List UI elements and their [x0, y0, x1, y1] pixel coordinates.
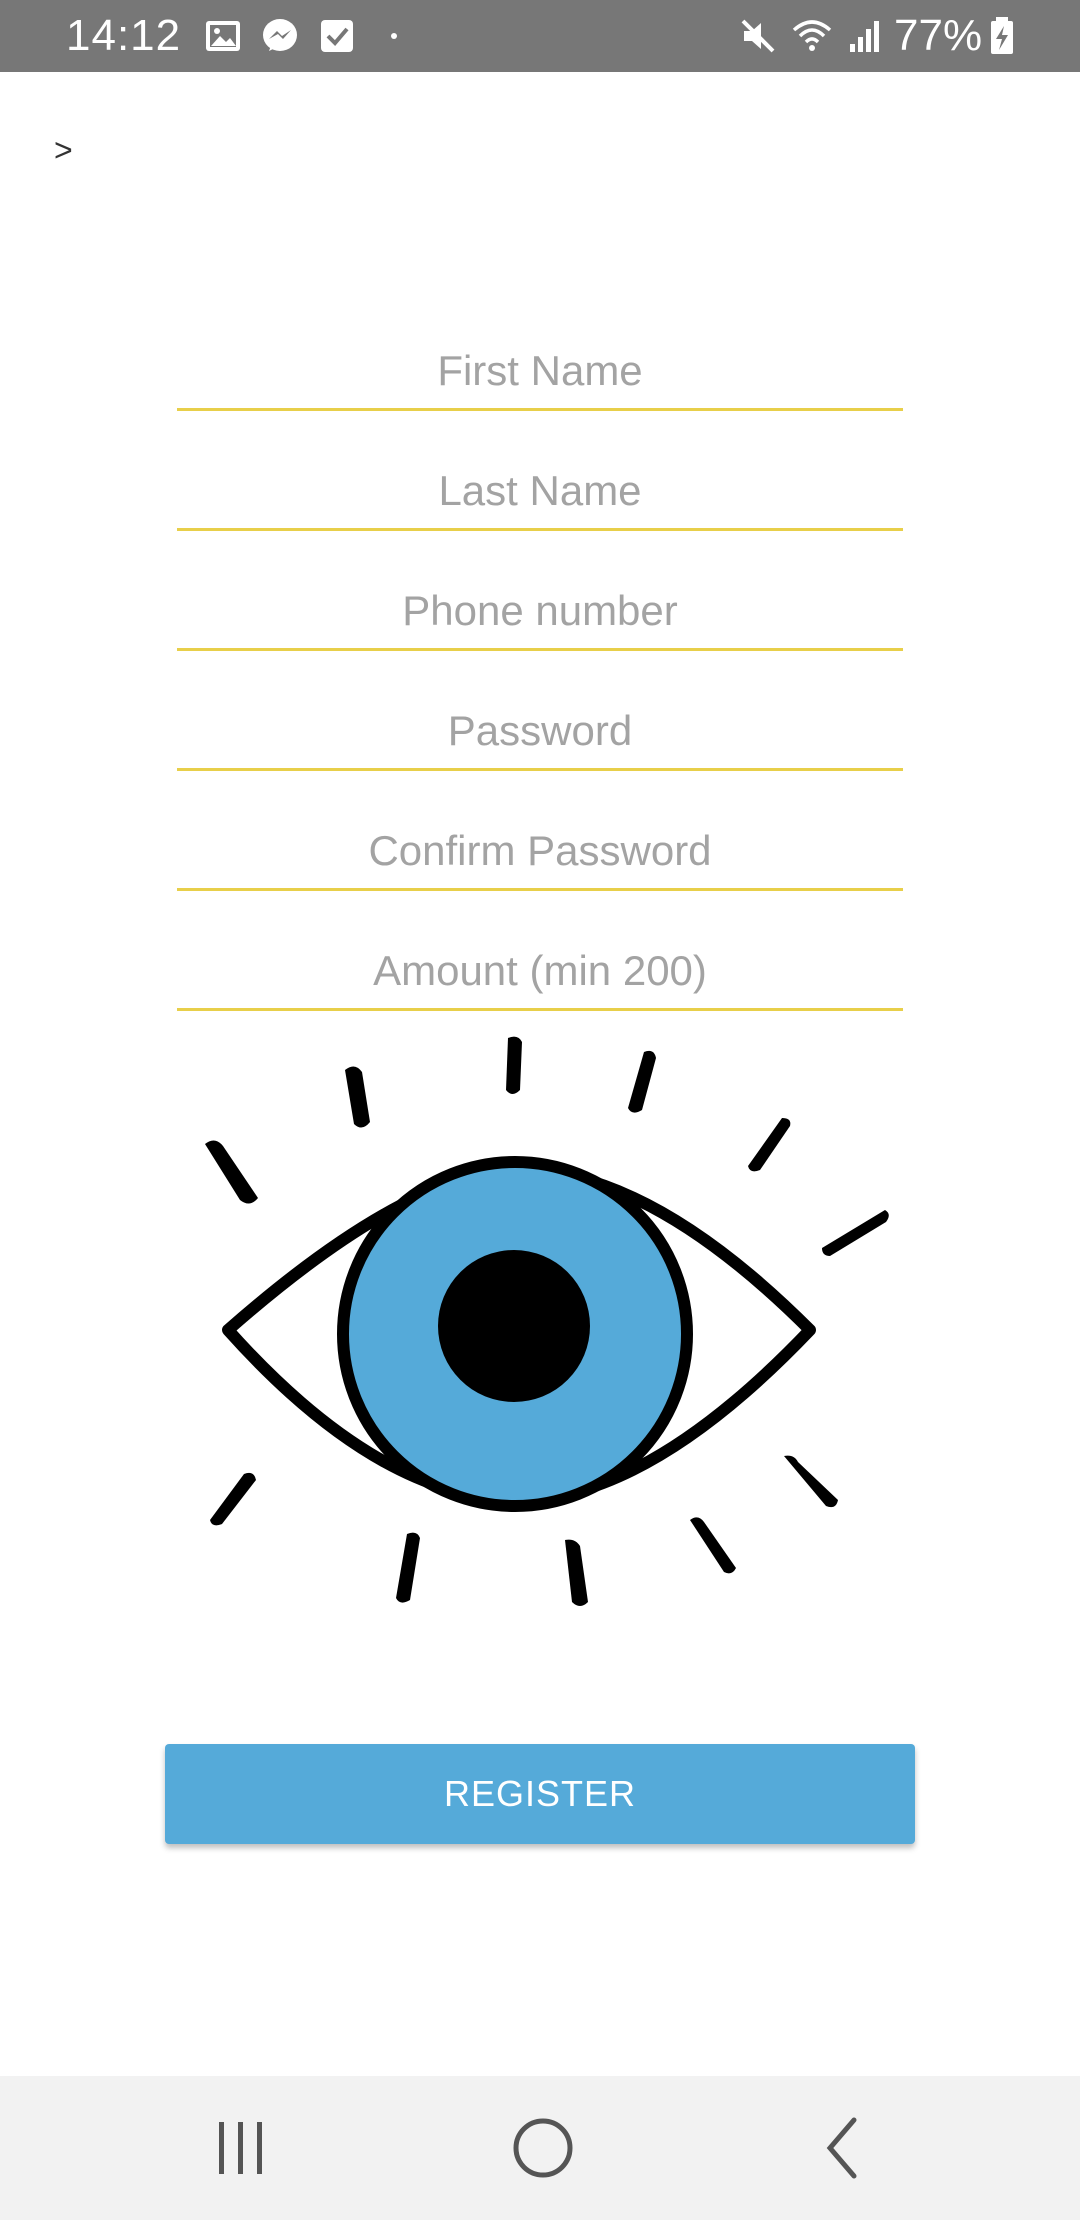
amount-field[interactable] — [177, 933, 903, 1011]
confirm-password-field[interactable] — [177, 813, 903, 891]
last-name-input[interactable] — [177, 453, 903, 528]
back-icon[interactable] — [804, 2108, 884, 2188]
confirm-password-input[interactable] — [177, 813, 903, 888]
dot-icon — [374, 16, 414, 56]
status-time: 14:12 — [66, 11, 182, 60]
battery-percentage: 77% — [894, 11, 983, 60]
navigation-bar — [0, 2076, 1080, 2220]
last-name-field[interactable] — [177, 453, 903, 531]
messenger-icon — [260, 16, 300, 56]
phone-number-field[interactable] — [177, 573, 903, 651]
wifi-icon — [792, 16, 832, 56]
signal-icon — [844, 16, 884, 56]
first-name-field[interactable] — [177, 333, 903, 411]
task-check-icon — [317, 16, 357, 56]
phone-number-input[interactable] — [177, 573, 903, 648]
home-icon[interactable] — [503, 2108, 583, 2188]
password-input[interactable] — [177, 693, 903, 768]
status-bar: 14:12 77% — [0, 0, 1080, 72]
recent-apps-icon[interactable] — [201, 2108, 281, 2188]
password-field[interactable] — [177, 693, 903, 771]
register-button[interactable]: REGISTER — [165, 1744, 915, 1844]
gallery-icon — [203, 16, 243, 56]
amount-input[interactable] — [177, 933, 903, 1008]
battery-icon — [982, 16, 1022, 56]
eye-icon — [190, 1030, 890, 1620]
mute-icon — [738, 16, 778, 56]
back-button[interactable]: > — [54, 130, 73, 170]
first-name-input[interactable] — [177, 333, 903, 408]
